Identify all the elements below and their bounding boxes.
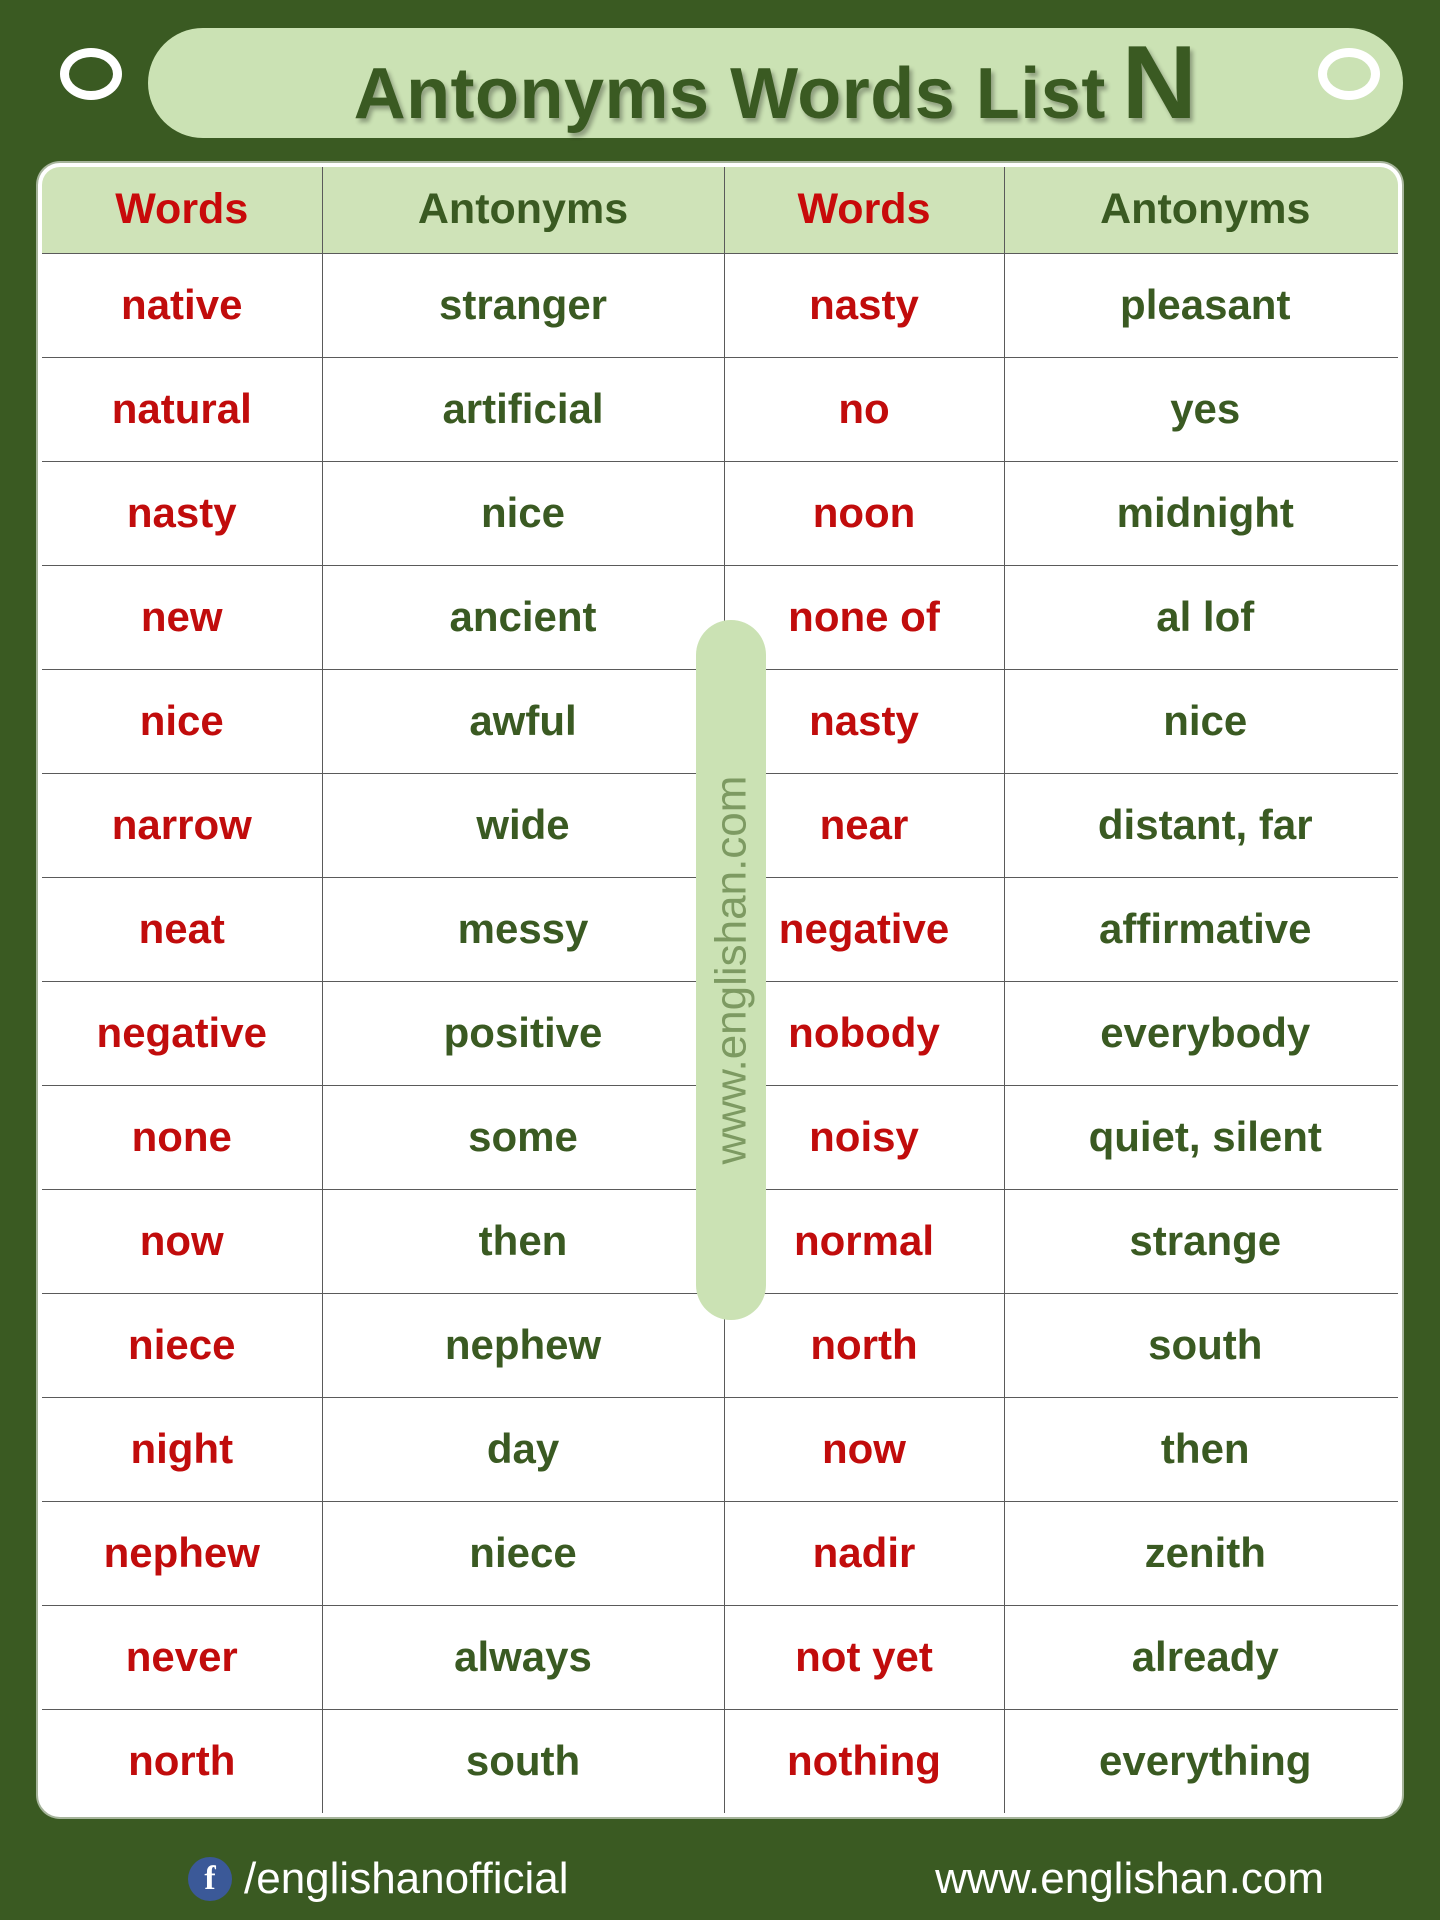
cell-antonym-left: awful <box>321 668 725 774</box>
table-row: native stranger nasty pleasant <box>42 252 1398 358</box>
cell-word-right: normal <box>723 1188 1005 1294</box>
cell-antonym-right: distant, far <box>1003 772 1398 878</box>
cell-antonym-left: some <box>321 1084 725 1190</box>
facebook-link[interactable]: f /englishanofficial <box>188 1854 569 1904</box>
cell-antonym-right: strange <box>1003 1188 1398 1294</box>
cell-word-left: nice <box>42 668 323 774</box>
cell-word-right: near <box>723 772 1005 878</box>
cell-word-right: nasty <box>723 252 1005 358</box>
cell-antonym-left: always <box>321 1604 725 1710</box>
cell-word-right: nothing <box>723 1708 1005 1813</box>
header-banner: Antonyms Words List N <box>148 28 1403 138</box>
cell-antonym-right: affirmative <box>1003 876 1398 982</box>
column-header-antonyms-left: Antonyms <box>321 167 725 254</box>
cell-antonym-right: midnight <box>1003 460 1398 566</box>
cell-antonym-right: nice <box>1003 668 1398 774</box>
watermark-pill: www.englishan.com <box>696 620 766 1320</box>
cell-word-right: north <box>723 1292 1005 1398</box>
cell-word-right: no <box>723 356 1005 462</box>
cell-word-left: narrow <box>42 772 323 878</box>
column-header-words-left: Words <box>42 167 323 254</box>
cell-word-right: none of <box>723 564 1005 670</box>
table-row: north south nothing everything <box>42 1708 1398 1813</box>
cell-antonym-right: quiet, silent <box>1003 1084 1398 1190</box>
cell-antonym-right: yes <box>1003 356 1398 462</box>
cell-word-left: north <box>42 1708 323 1813</box>
cell-word-left: niece <box>42 1292 323 1398</box>
column-header-antonyms-right: Antonyms <box>1003 167 1398 254</box>
cell-word-left: neat <box>42 876 323 982</box>
page-title: Antonyms Words List N <box>354 31 1198 135</box>
cell-word-left: never <box>42 1604 323 1710</box>
punch-hole-left-icon <box>60 48 122 100</box>
cell-word-left: nephew <box>42 1500 323 1606</box>
cell-antonym-left: niece <box>321 1500 725 1606</box>
cell-antonym-left: artificial <box>321 356 725 462</box>
cell-word-right: nobody <box>723 980 1005 1086</box>
cell-antonym-right: al lof <box>1003 564 1398 670</box>
cell-antonym-right: pleasant <box>1003 252 1398 358</box>
cell-antonym-right: everybody <box>1003 980 1398 1086</box>
cell-antonym-left: then <box>321 1188 725 1294</box>
table-row: never always not yet already <box>42 1604 1398 1710</box>
page-title-letter: N <box>1121 25 1198 141</box>
poster-root: Antonyms Words List N Words Antonyms Wor… <box>0 0 1440 1920</box>
cell-antonym-left: nice <box>321 460 725 566</box>
table-header-row: Words Antonyms Words Antonyms <box>42 167 1398 254</box>
cell-antonym-right: zenith <box>1003 1500 1398 1606</box>
cell-word-right: noisy <box>723 1084 1005 1190</box>
website-url[interactable]: www.englishan.com <box>935 1854 1324 1904</box>
cell-antonym-left: wide <box>321 772 725 878</box>
table-row: night day now then <box>42 1396 1398 1502</box>
cell-antonym-left: positive <box>321 980 725 1086</box>
cell-antonym-right: already <box>1003 1604 1398 1710</box>
cell-word-left: native <box>42 252 323 358</box>
column-header-words-right: Words <box>723 167 1005 254</box>
cell-word-left: negative <box>42 980 323 1086</box>
cell-antonym-left: messy <box>321 876 725 982</box>
watermark-text: www.englishan.com <box>706 775 756 1165</box>
page-title-text: Antonyms Words List <box>353 54 1106 134</box>
cell-antonym-right: then <box>1003 1396 1398 1502</box>
cell-antonym-left: nephew <box>321 1292 725 1398</box>
cell-word-left: natural <box>42 356 323 462</box>
facebook-handle: /englishanofficial <box>244 1854 569 1903</box>
cell-antonym-right: everything <box>1003 1708 1398 1813</box>
cell-antonym-right: south <box>1003 1292 1398 1398</box>
cell-word-right: negative <box>723 876 1005 982</box>
table-header: Words Antonyms Words Antonyms <box>42 167 1398 254</box>
cell-word-left: new <box>42 564 323 670</box>
cell-antonym-left: south <box>321 1708 725 1813</box>
table-row: nasty nice noon midnight <box>42 460 1398 566</box>
cell-word-left: none <box>42 1084 323 1190</box>
footer: f /englishanofficial www.englishan.com <box>0 1838 1440 1920</box>
facebook-icon: f <box>188 1857 232 1901</box>
cell-antonym-left: stranger <box>321 252 725 358</box>
cell-word-right: not yet <box>723 1604 1005 1710</box>
cell-word-right: nadir <box>723 1500 1005 1606</box>
table-row: nephew niece nadir zenith <box>42 1500 1398 1606</box>
table-row: natural artificial no yes <box>42 356 1398 462</box>
cell-word-right: now <box>723 1396 1005 1502</box>
cell-word-left: night <box>42 1396 323 1502</box>
cell-antonym-left: day <box>321 1396 725 1502</box>
cell-word-right: noon <box>723 460 1005 566</box>
cell-antonym-left: ancient <box>321 564 725 670</box>
cell-word-right: nasty <box>723 668 1005 774</box>
cell-word-left: nasty <box>42 460 323 566</box>
punch-hole-right-icon <box>1318 48 1380 100</box>
cell-word-left: now <box>42 1188 323 1294</box>
